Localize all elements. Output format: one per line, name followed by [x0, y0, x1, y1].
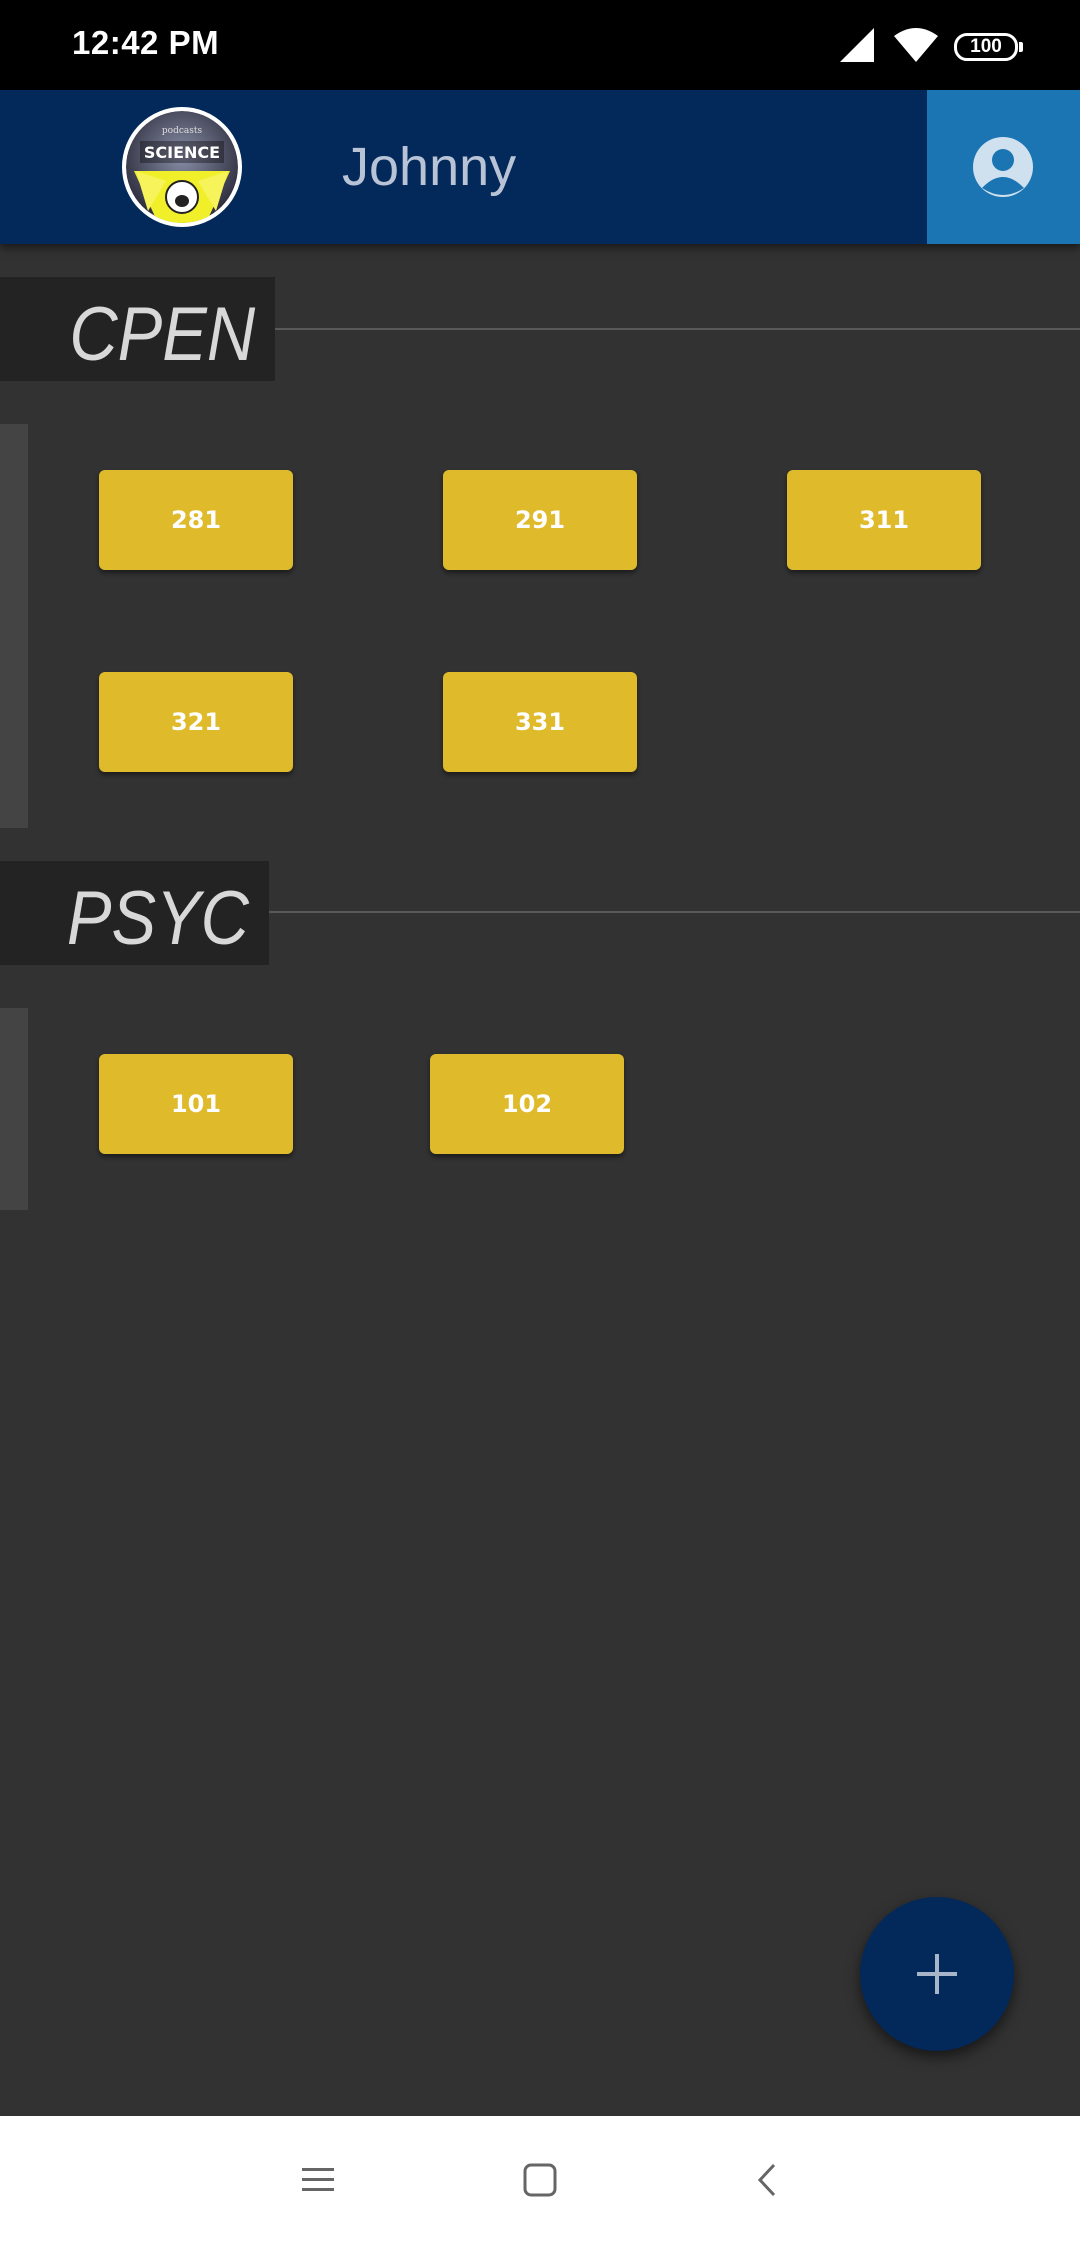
course-button-cpen-331[interactable]: 331 [443, 672, 637, 772]
course-button-cpen-311[interactable]: 311 [787, 470, 981, 570]
course-button-psyc-101[interactable]: 101 [99, 1054, 293, 1154]
logo-text: SCIENCE [144, 143, 220, 162]
status-time: 12:42 PM [72, 24, 220, 61]
course-button-cpen-291[interactable]: 291 [443, 470, 637, 570]
section-rail-cpen [0, 424, 28, 828]
user-avatar-icon [973, 137, 1033, 197]
profile-button[interactable] [927, 90, 1080, 244]
course-button-psyc-102[interactable]: 102 [430, 1054, 624, 1154]
course-button-cpen-321[interactable]: 321 [99, 672, 293, 772]
section-divider-cpen [275, 328, 1080, 330]
username-label: Johnny [342, 137, 517, 197]
status-bar: 12:42 PM 100 [0, 0, 1080, 90]
section-title-psyc: PSYC [66, 876, 249, 961]
section-header-psyc: PSYC [0, 861, 269, 965]
home-square-icon[interactable] [522, 2162, 558, 2198]
signal-icon [840, 28, 874, 62]
menu-icon[interactable] [300, 2162, 336, 2198]
section-header-cpen: CPEN [0, 277, 275, 381]
add-course-fab[interactable] [860, 1897, 1014, 2051]
science-logo-icon: SCIENCE podcasts [126, 111, 238, 223]
wifi-icon [894, 28, 938, 62]
plus-icon [917, 1954, 957, 1994]
back-chevron-icon[interactable] [750, 2162, 786, 2198]
section-divider-psyc [269, 911, 1080, 913]
section-title-cpen: CPEN [69, 292, 255, 377]
system-nav-bar [0, 2116, 1080, 2246]
app-header: SCIENCE podcasts Johnny [0, 90, 1080, 244]
battery-tip [1019, 42, 1023, 52]
logo-small-text: podcasts [162, 126, 203, 136]
science-podcast-logo[interactable]: SCIENCE podcasts [122, 107, 242, 227]
section-rail-psyc [0, 1008, 28, 1210]
course-button-cpen-281[interactable]: 281 [99, 470, 293, 570]
battery-indicator: 100 [954, 33, 1018, 61]
